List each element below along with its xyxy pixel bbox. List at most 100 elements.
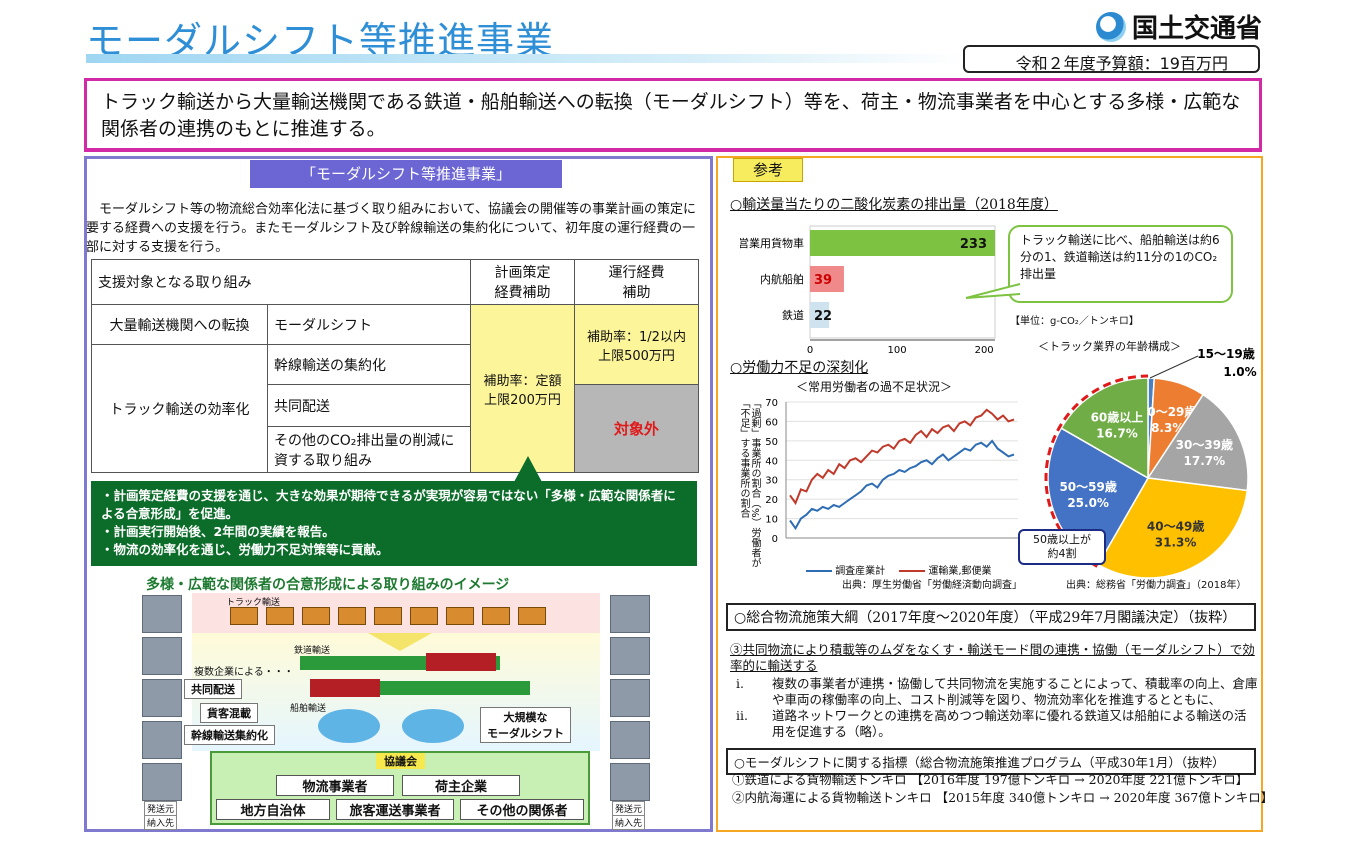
labor-title: ○労働力不足の深刻化	[730, 357, 868, 377]
building-icon	[142, 721, 182, 759]
council-member: 旅客運送事業者	[336, 799, 454, 820]
building-icon	[142, 763, 182, 801]
pie-note: 50歳以上が 約4割	[1018, 529, 1106, 565]
slice-value-label: 16.7%	[1096, 426, 1138, 440]
building-icon	[610, 595, 650, 633]
dest-label: 納入先	[144, 815, 178, 830]
outline-i: 複数の事業者が連携・協働して共同物流を実施することによって、積載率の向上、倉庫や…	[772, 676, 1258, 707]
index-1: ①鉄道による貨物輸送トンキロ 【2016年度 197億トンキロ → 2020年度…	[732, 772, 1249, 787]
reference-tag: 参考	[733, 158, 803, 182]
co2-unit: 【単位：g-CO₂／トンキロ】	[1010, 316, 1139, 327]
dest-label: 納入先	[612, 815, 646, 830]
data-label: 233	[960, 237, 987, 252]
ship-label: 船舶輸送	[290, 704, 327, 714]
legend-item: 運輸業,郵便業	[899, 562, 992, 577]
building-icon	[610, 679, 650, 717]
building-icon	[142, 637, 182, 675]
truck-icon	[302, 607, 330, 625]
left-description: モーダルシフト等の物流総合効率化法に基づく取り組みにおいて、協議会の開催等の事業…	[86, 202, 696, 255]
truck-icon	[446, 607, 474, 625]
origin-label: 発送元	[144, 801, 178, 816]
image-title: 多様・広範な関係者の合意形成による取り組みのイメージ	[146, 577, 510, 593]
illustration: トラック輸送 鉄道輸送 船舶輸送 複数企業による・・・ 共同配送 貨客混載 幹線…	[140, 593, 652, 830]
x-tick-label: 100	[888, 345, 907, 356]
locomotive-icon	[426, 653, 496, 671]
truck-icon	[410, 607, 438, 625]
locomotive-icon	[310, 679, 380, 697]
ship-icon	[402, 709, 464, 743]
data-label: 39	[814, 273, 832, 288]
council-member: 荷主企業	[402, 775, 520, 796]
x-tick-label: 0	[807, 345, 813, 356]
y-tick-label: 40	[765, 456, 778, 467]
bullet-2: ・計画実行開始後、2年間の実績を報告。	[101, 524, 335, 539]
td-plan-rate: 補助率：定額 上限200万円	[470, 304, 575, 473]
y-tick-label: 20	[765, 495, 778, 506]
outline-ii: 道路ネットワークとの連携を高めつつ輸送効率に優れる鉄道又は船舶による輸送の活用を…	[772, 708, 1247, 739]
y-tick-label: 60	[765, 417, 778, 428]
truck-row	[230, 607, 546, 625]
truck-icon	[518, 607, 546, 625]
index-2: ②内航海運による貨物輸送トンキロ 【2015年度 340億トンキロ → 2020…	[732, 790, 1274, 805]
ship-icon	[318, 709, 380, 743]
building-icon	[142, 679, 182, 717]
origin-label: 発送元	[612, 801, 646, 816]
outline-item: ③共同物流により積載等のムダをなくす・輸送モード間の連携・協働（モーダルシフト）…	[730, 642, 1255, 673]
slice-value-label: 1.0%	[1223, 365, 1256, 379]
slice-label: 15～19歳	[1197, 346, 1254, 361]
co2-title: ○輸送量当たりの二酸化炭素の排出量（2018年度）	[730, 194, 1058, 214]
freight-train-icon	[380, 681, 530, 695]
ministry-name: 国土交通省	[1131, 14, 1262, 44]
building-icon	[610, 763, 650, 801]
slice-label: 40～49歳	[1147, 519, 1204, 534]
series-line	[789, 439, 1015, 531]
td-r1b: モーダルシフト	[267, 304, 471, 345]
data-label: 22	[814, 309, 832, 324]
down-arrow	[368, 633, 432, 651]
slice-label: 30～39歳	[1176, 437, 1233, 452]
rail-label: 鉄道輸送	[294, 646, 331, 656]
td-op-rate: 補助率：1/2以内 上限500万円	[574, 304, 699, 385]
td-excluded: 対象外	[574, 384, 699, 473]
council-member: 物流事業者	[276, 775, 394, 796]
bullet-1: ・計画策定経費の支援を通じ、大きな効果が期待できるが実現が容易ではない「多様・広…	[101, 488, 676, 521]
slice-value-label: 31.3%	[1155, 536, 1197, 550]
slice-value-label: 25.0%	[1067, 496, 1109, 510]
th-target: 支援対象となる取り組み	[91, 259, 471, 305]
y-tick-label: 50	[765, 437, 778, 448]
co2-callout: トラック輸送に比べ、船舶輸送は約6分の1、鉄道輸送は約11分の1のCO₂排出量	[1008, 225, 1233, 303]
building-icon	[142, 595, 182, 633]
y-tick-label: 30	[765, 476, 778, 487]
truck-icon	[374, 607, 402, 625]
category-label: 営業用貨物車	[740, 236, 804, 250]
council-member: その他の関係者	[460, 799, 584, 820]
title-underline	[86, 54, 966, 63]
co2-title-text: ○輸送量当たりの二酸化炭素の排出量（2018年度）	[730, 197, 1058, 213]
callout-pointer	[965, 283, 1021, 299]
labor-legend: 調査産業計 運輸業,郵便業	[806, 562, 992, 577]
council-member: 地方自治体	[216, 799, 330, 820]
pie-source: 出典：総務省「労働力調査」（2018年）	[1066, 580, 1247, 591]
category-label: 鉄道	[782, 308, 804, 322]
support-table: 支援対象となる取り組み 計画策定 経費補助 運行経費 補助 大量輸送機関への転換…	[91, 259, 699, 473]
trunk-consolidation-label: 幹線輸送集約化	[184, 725, 275, 745]
ministry-logo: 国土交通省	[1095, 8, 1262, 45]
y-tick-label: 0	[772, 534, 778, 545]
mixed-cargo-label: 貨客混載	[200, 703, 258, 723]
th-plan: 計画策定 経費補助	[470, 259, 575, 305]
roman-ii: ii.	[736, 708, 748, 723]
building-icon	[610, 721, 650, 759]
outline-title: ○総合物流施策大綱（2017年度～2020年度）（平成29年7月閣議決定）（抜粋…	[726, 603, 1256, 631]
companies-label: 複数企業による・・・	[194, 667, 294, 678]
labor-line-chart: 0 10 20 30 40 50 60 70	[765, 398, 1018, 545]
labor-title-text: ○労働力不足の深刻化	[730, 360, 869, 376]
bullet-box: ・計画策定経費の支援を通じ、大きな効果が期待できるが実現が容易ではない「多様・広…	[91, 481, 697, 566]
y-tick-label: 70	[765, 398, 778, 409]
y-tick-label: 10	[765, 515, 778, 526]
green-arrow	[514, 456, 542, 482]
slice-value-label: 17.7%	[1184, 454, 1226, 468]
td-r2a: トラック輸送の効率化	[91, 344, 268, 473]
roman-i: i.	[736, 676, 744, 691]
left-heading: 「モーダルシフト等推進事業」	[250, 160, 562, 188]
td-r1a: 大量輸送機関への転換	[91, 304, 268, 345]
